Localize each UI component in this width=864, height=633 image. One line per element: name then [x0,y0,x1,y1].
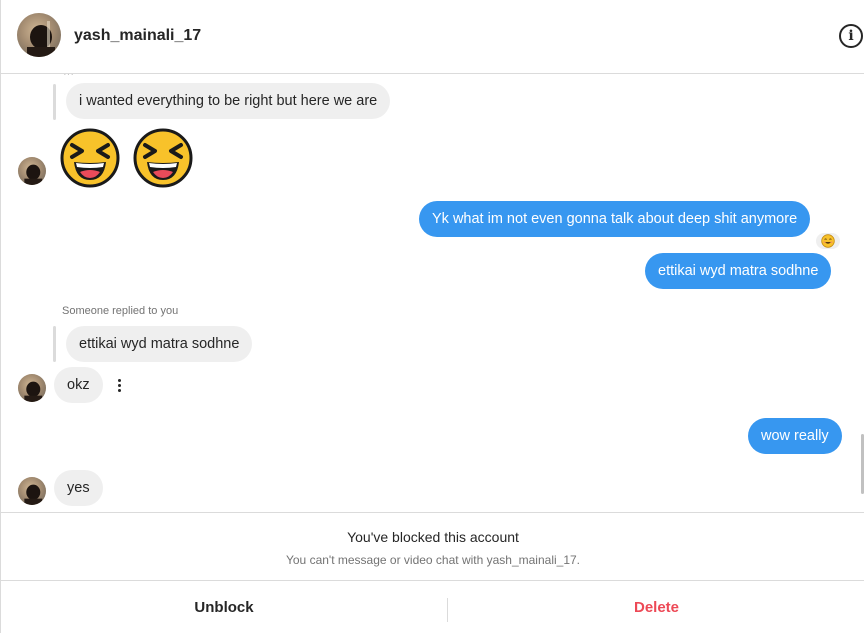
avatar[interactable] [18,157,46,185]
chat-header: yash_mainali_17 i [0,0,864,74]
reply-indicator [53,84,56,120]
reply-indicator [53,326,56,362]
message-bubble-sent[interactable]: wow really [748,418,842,454]
chat-username[interactable]: yash_mainali_17 [74,27,201,45]
reply-context-label: Someone replied to you [62,305,179,317]
quoted-message-bubble[interactable]: ettikai wyd matra sodhne [66,326,253,362]
action-bar: Unblock Delete [0,580,864,633]
message-bubble-sent[interactable]: ettikai wyd matra sodhne [645,253,832,289]
smiling-face-emoji [821,234,835,248]
message-bubble[interactable]: okz [54,367,103,403]
message-thread[interactable]: ··· i wanted everything to be right but … [0,74,864,512]
avatar[interactable] [17,13,61,57]
avatar[interactable] [18,374,46,402]
avatar[interactable] [18,477,46,505]
blocked-title: You've blocked this account [347,529,519,545]
blocked-subtitle: You can't message or video chat with yas… [285,553,581,567]
delete-button[interactable]: Delete [448,581,864,633]
message-bubble-sent[interactable]: Yk what im not even gonna talk about dee… [419,201,811,237]
unblock-button[interactable]: Unblock [1,581,447,633]
reaction-badge[interactable] [814,231,842,251]
message-bubble[interactable]: yes [54,470,103,506]
info-icon[interactable]: i [839,24,863,48]
more-options-icon[interactable] [113,374,125,396]
message-bubble[interactable]: i wanted everything to be right but here… [66,83,391,119]
laughing-face-emoji[interactable] [133,128,193,188]
blocked-notice: You've blocked this account You can't me… [0,512,864,580]
laughing-face-emoji[interactable] [60,128,120,188]
cut-off-reply-label: ··· [63,74,74,80]
